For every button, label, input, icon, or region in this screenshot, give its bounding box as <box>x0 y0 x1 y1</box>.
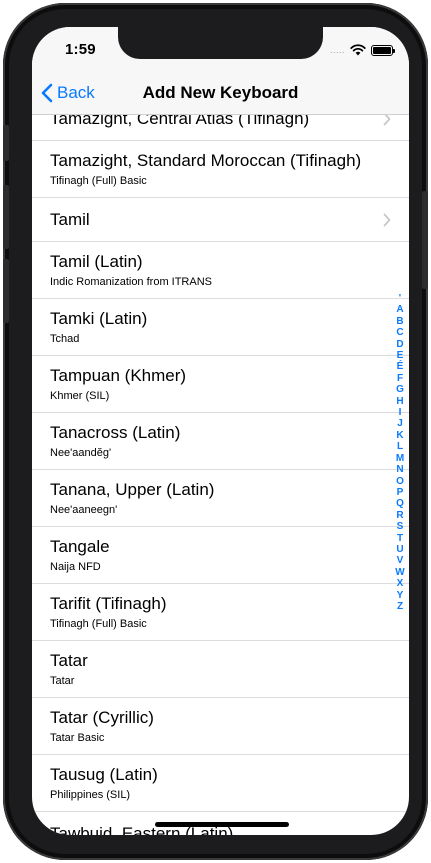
volume-down-button <box>3 259 9 323</box>
keyboard-layout-label: Philippines (SIL) <box>50 789 131 801</box>
keyboard-row[interactable]: Tamil <box>32 198 409 242</box>
index-letter[interactable]: T <box>397 533 403 544</box>
keyboard-language-label: Tamil (Latin) <box>50 252 143 271</box>
index-letter[interactable]: X <box>397 578 404 589</box>
index-letter[interactable]: E <box>397 350 404 361</box>
index-letter[interactable]: P <box>397 487 404 498</box>
keyboard-language-label: Tarifit (Tifinagh) <box>50 594 167 613</box>
keyboard-language-label: Tamil <box>50 210 90 229</box>
keyboard-row[interactable]: Tatar Tatar <box>32 641 409 698</box>
keyboard-layout-label: Nee'aaneegn' <box>50 504 118 516</box>
index-letter[interactable]: F <box>397 373 403 384</box>
page-title: Add New Keyboard <box>142 83 299 102</box>
keyboard-layout-label: Khmer (SIL) <box>50 390 110 402</box>
keyboard-layout-label: Indic Romanization from ITRANS <box>50 276 212 288</box>
keyboard-row[interactable]: Tamki (Latin) Tchad <box>32 299 409 356</box>
index-letter[interactable]: R <box>396 510 403 521</box>
index-letter[interactable]: K <box>396 430 403 441</box>
keyboard-row[interactable]: Tarifit (Tifinagh) Tifinagh (Full) Basic <box>32 584 409 641</box>
keyboard-language-label: Tampuan (Khmer) <box>50 366 187 385</box>
index-letter[interactable]: D <box>396 339 403 350</box>
index-letter[interactable]: Z <box>397 601 403 612</box>
signal-dots-icon: ..... <box>329 45 345 55</box>
keyboard-language-label: Tangale <box>50 537 110 556</box>
index-letter[interactable]: M <box>396 453 404 464</box>
home-indicator[interactable] <box>155 822 289 827</box>
index-letter[interactable]: ' <box>399 293 401 304</box>
keyboard-language-label: Tanana, Upper (Latin) <box>50 480 215 499</box>
keyboard-language-label: Tausug (Latin) <box>50 765 158 784</box>
index-letter[interactable]: V <box>397 555 404 566</box>
keyboard-language-label: Tamki (Latin) <box>50 309 148 328</box>
index-letter[interactable]: U <box>396 544 403 555</box>
wifi-icon <box>350 44 366 56</box>
index-letter[interactable]: É <box>397 361 404 372</box>
keyboard-layout-label: Tatar <box>50 675 75 687</box>
keyboard-language-label: Tatar (Cyrillic) <box>50 708 154 727</box>
keyboard-row[interactable]: Tampuan (Khmer) Khmer (SIL) <box>32 356 409 413</box>
keyboard-language-label: Tatar <box>50 651 88 670</box>
index-letter[interactable]: G <box>396 384 404 395</box>
keyboard-row[interactable]: Tamil (Latin) Indic Romanization from ITR… <box>32 242 409 299</box>
power-button <box>422 191 428 289</box>
index-letter[interactable]: B <box>396 316 403 327</box>
index-letter[interactable]: C <box>396 327 403 338</box>
navigation-bar: Back Add New Keyboard <box>32 71 409 115</box>
battery-icon <box>371 44 395 56</box>
keyboard-layout-label: Tifinagh (Full) Basic <box>50 175 147 187</box>
keyboard-layout-label: Naija NFD <box>50 561 101 573</box>
keyboard-layout-label: Tatar Basic <box>50 732 105 744</box>
keyboard-row[interactable]: Tanacross (Latin) Nee'aandĕg' <box>32 413 409 470</box>
notch <box>118 27 323 59</box>
index-letter[interactable]: H <box>396 396 403 407</box>
keyboard-row[interactable]: Tangale Naija NFD <box>32 527 409 584</box>
index-letter[interactable]: L <box>397 441 403 452</box>
volume-up-button <box>3 185 9 249</box>
device-frame: 1:59 ..... Back Add New Keyboard Tamazig… <box>3 3 428 860</box>
keyboard-layout-label: Tchad <box>50 333 80 345</box>
keyboard-row[interactable]: Tamazight, Standard Moroccan (Tifinagh) T… <box>32 141 409 198</box>
status-time: 1:59 <box>65 41 96 58</box>
index-letter[interactable]: N <box>396 464 403 475</box>
index-letter[interactable]: I <box>399 407 402 418</box>
keyboard-row[interactable]: Tausug (Latin) Philippines (SIL) <box>32 755 409 812</box>
section-index[interactable]: ' A B C D E É F G H I J K L M N O P Q R S T U V W X Y Z <box>393 293 407 612</box>
index-letter[interactable]: Y <box>397 590 404 601</box>
keyboard-language-label: Tanacross (Latin) <box>50 423 181 442</box>
keyboard-layout-label: Tifinagh (Full) Basic <box>50 618 147 630</box>
keyboard-language-label: Tamazight, Standard Moroccan (Tifinagh) <box>50 151 362 170</box>
status-icons: ..... <box>329 44 395 56</box>
index-letter[interactable]: W <box>395 567 404 578</box>
index-letter[interactable]: Q <box>396 498 404 509</box>
index-letter[interactable]: O <box>396 476 404 487</box>
chevron-right-icon <box>383 198 391 241</box>
keyboard-row[interactable]: Tanana, Upper (Latin) Nee'aaneegn' <box>32 470 409 527</box>
index-letter[interactable]: J <box>397 418 403 429</box>
index-letter[interactable]: S <box>397 521 404 532</box>
index-letter[interactable]: A <box>396 304 403 315</box>
screen: 1:59 ..... Back Add New Keyboard Tamazig… <box>32 27 409 835</box>
keyboard-row[interactable]: Tatar (Cyrillic) Tatar Basic <box>32 698 409 755</box>
mute-switch <box>3 125 9 161</box>
keyboard-list: Tamazight, Central Atlas (Tifinagh) Tamaz… <box>32 97 409 835</box>
keyboard-layout-label: Nee'aandĕg' <box>50 447 112 459</box>
